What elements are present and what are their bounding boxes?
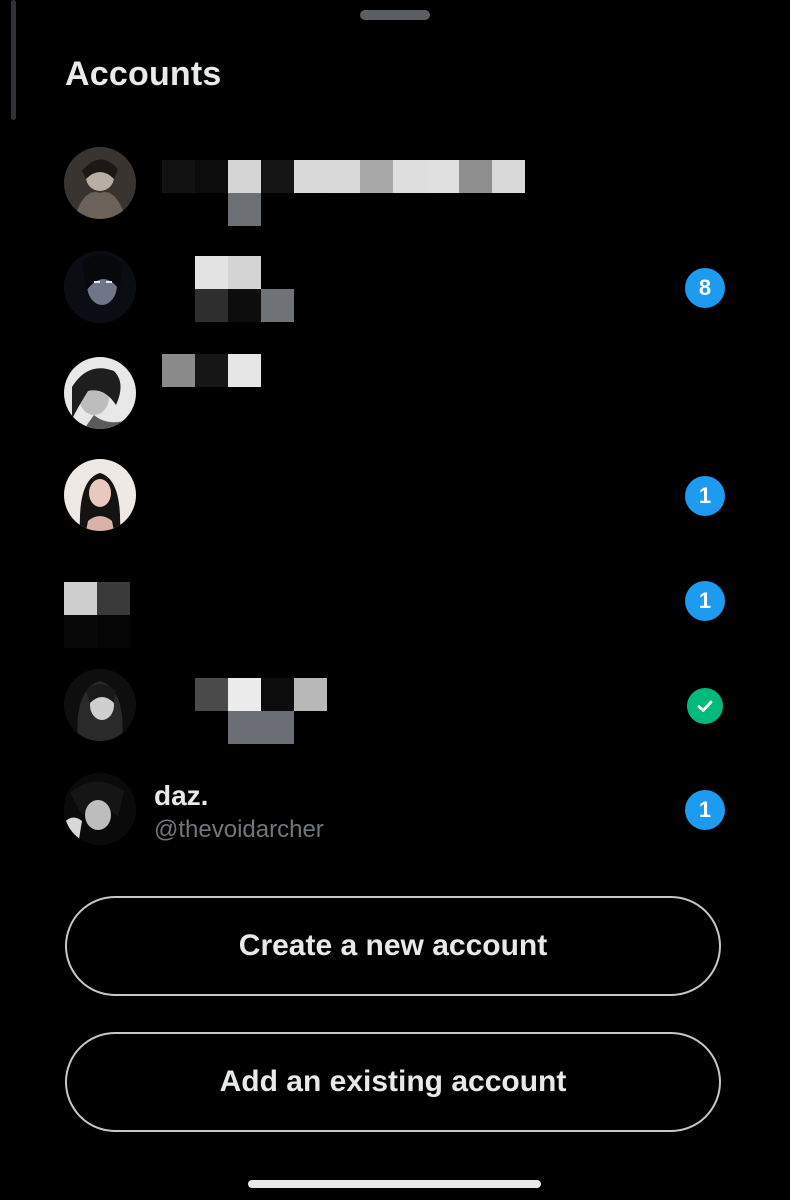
account-row-4[interactable]: 1	[0, 444, 790, 548]
sheet-grabber[interactable]	[360, 10, 430, 20]
add-existing-account-button[interactable]: Add an existing account	[65, 1032, 721, 1132]
account-avatar	[64, 357, 136, 429]
avatar-image	[64, 773, 136, 845]
avatar-image	[64, 459, 136, 531]
account-avatar	[64, 459, 136, 531]
avatar-image	[64, 357, 136, 429]
scroll-indicator[interactable]	[11, 0, 16, 120]
account-avatar	[64, 773, 136, 845]
account-avatar	[64, 251, 136, 323]
current-account-check	[687, 688, 723, 724]
avatar-image	[64, 147, 136, 219]
avatar-image	[64, 251, 136, 323]
notification-badge: 8	[685, 268, 725, 308]
account-row-1[interactable]	[0, 130, 790, 234]
account-avatar	[64, 147, 136, 219]
account-row-2[interactable]: 8	[0, 236, 790, 340]
notification-badge: 1	[685, 476, 725, 516]
notification-badge: 1	[685, 581, 725, 621]
account-row-5[interactable]: 1	[0, 548, 790, 652]
account-row-6[interactable]	[0, 652, 790, 756]
notification-badge: 1	[685, 790, 725, 830]
account-row-7[interactable]: daz. @thevoidarcher 1	[0, 756, 790, 860]
account-handle: @thevoidarcher	[154, 816, 324, 843]
account-name: daz.	[154, 780, 209, 811]
check-icon	[697, 700, 713, 712]
account-row-3[interactable]	[0, 340, 790, 444]
avatar-image	[64, 669, 136, 741]
home-indicator	[248, 1180, 541, 1188]
create-account-button[interactable]: Create a new account	[65, 896, 721, 996]
sheet-title: Accounts	[65, 55, 222, 93]
account-avatar	[64, 669, 136, 741]
